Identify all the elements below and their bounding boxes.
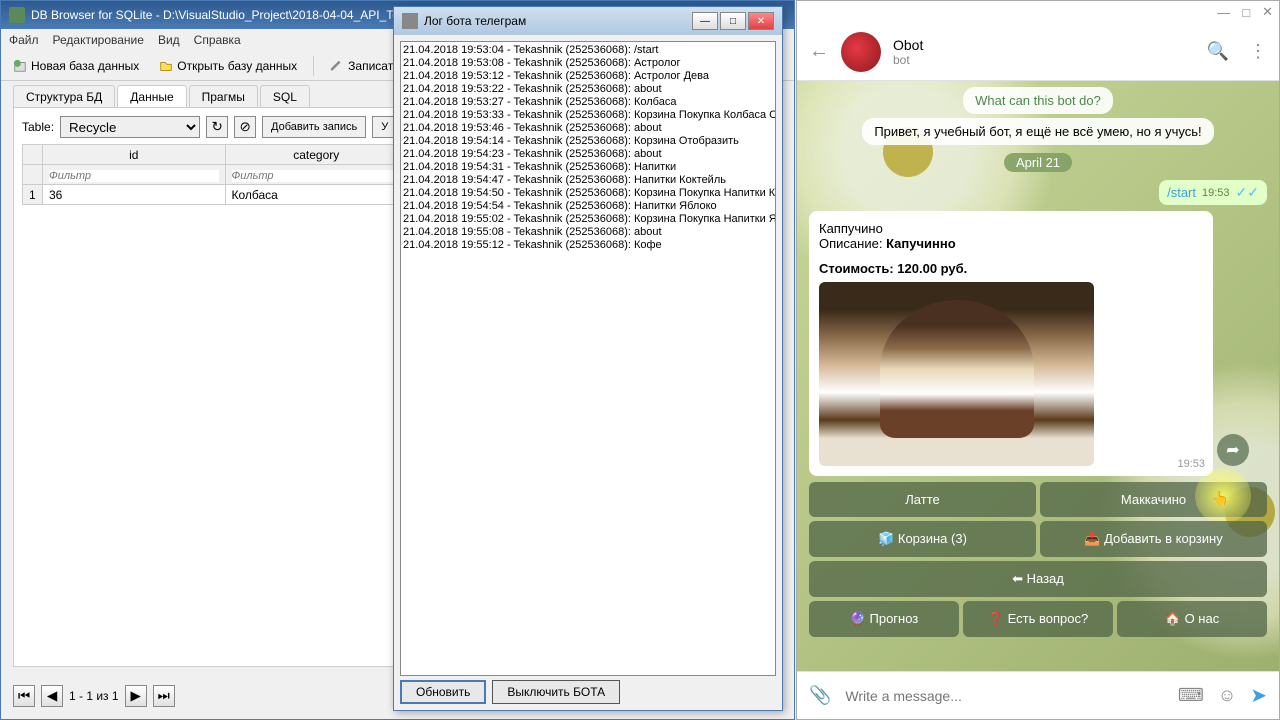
tg-close-button[interactable]: ✕	[1262, 4, 1273, 20]
log-line: 21.04.2018 19:53:46 - Tekashnik (2525360…	[403, 122, 773, 135]
filter-category[interactable]	[232, 170, 402, 182]
kb-question[interactable]: ❓ Есть вопрос?	[963, 601, 1113, 637]
keyboard-icon[interactable]: ⌨	[1178, 685, 1204, 706]
filter-id[interactable]	[49, 170, 219, 182]
tab-data[interactable]: Данные	[117, 85, 186, 107]
product-title: Каппучино	[819, 221, 1203, 236]
menu-edit[interactable]: Редактирование	[53, 33, 144, 47]
bot-name[interactable]: Obot	[893, 37, 923, 53]
tab-structure[interactable]: Структура БД	[13, 85, 115, 107]
log-line: 21.04.2018 19:54:14 - Tekashnik (2525360…	[403, 135, 773, 148]
inline-keyboard: Латте Маккачино 👆 🧊 Корзина (3) 📥 Добави…	[809, 482, 1267, 637]
menu-icon[interactable]: ⋮	[1249, 41, 1267, 62]
log-line: 21.04.2018 19:55:12 - Tekashnik (2525360…	[403, 239, 773, 252]
message-input[interactable]	[845, 688, 1163, 704]
stop-bot-button[interactable]: Выключить БОТА	[492, 680, 620, 704]
product-image	[819, 282, 1094, 466]
add-record-button[interactable]: Добавить запись	[262, 116, 366, 138]
nav-next-button[interactable]: ▶	[125, 685, 147, 707]
log-line: 21.04.2018 19:54:31 - Tekashnik (2525360…	[403, 161, 773, 174]
refresh-log-button[interactable]: Обновить	[400, 680, 486, 704]
log-line: 21.04.2018 19:54:47 - Tekashnik (2525360…	[403, 174, 773, 187]
user-message[interactable]: /start 19:53 ✓✓	[1159, 180, 1267, 205]
log-line: 21.04.2018 19:53:33 - Tekashnik (2525360…	[403, 109, 773, 122]
table-label: Table:	[22, 120, 54, 134]
close-button[interactable]: ✕	[748, 12, 774, 30]
maximize-button[interactable]: □	[720, 12, 746, 30]
log-app-icon	[402, 13, 418, 29]
log-line: 21.04.2018 19:53:04 - Tekashnik (2525360…	[403, 44, 773, 57]
what-bubble: What can this bot do?	[963, 87, 1113, 114]
clear-filter-button[interactable]: ⊘	[234, 116, 256, 138]
bot-avatar[interactable]	[841, 32, 881, 72]
message-input-bar: 📎 ⌨ ☺ ➤	[797, 671, 1279, 719]
db-app-icon	[9, 7, 25, 23]
write-button[interactable]: Записать	[326, 57, 403, 75]
nav-last-button[interactable]: ⏭	[153, 685, 175, 707]
product-card[interactable]: Каппучино Описание: Капучинно Стоимость:…	[809, 211, 1213, 476]
kb-macchiato[interactable]: Маккачино 👆	[1040, 482, 1267, 517]
minimize-button[interactable]: —	[692, 12, 718, 30]
log-line: 21.04.2018 19:54:50 - Tekashnik (2525360…	[403, 187, 773, 200]
read-checks-icon: ✓✓	[1236, 184, 1259, 201]
log-line: 21.04.2018 19:54:23 - Tekashnik (2525360…	[403, 148, 773, 161]
log-line: 21.04.2018 19:53:08 - Tekashnik (2525360…	[403, 57, 773, 70]
col-id[interactable]: id	[43, 145, 226, 165]
kb-back[interactable]: ⬅ Назад	[809, 561, 1267, 597]
log-titlebar[interactable]: Лог бота телеграм — □ ✕	[394, 7, 782, 35]
table-select[interactable]: Recycle	[60, 116, 200, 138]
kb-forecast[interactable]: 🔮 Прогноз	[809, 601, 959, 637]
cursor-icon: 👆	[1212, 490, 1229, 507]
log-line: 21.04.2018 19:53:12 - Tekashnik (2525360…	[403, 70, 773, 83]
col-category[interactable]: category	[225, 145, 408, 165]
intro-bubble: Привет, я учебный бот, я ещё не всё умею…	[862, 118, 1213, 145]
send-icon[interactable]: ➤	[1250, 683, 1267, 708]
log-window: Лог бота телеграм — □ ✕ 21.04.2018 19:53…	[393, 6, 783, 711]
nav-prev-button[interactable]: ◀	[41, 685, 63, 707]
tg-maximize-button[interactable]: □	[1242, 5, 1250, 20]
tab-pragmas[interactable]: Прагмы	[189, 85, 258, 107]
back-icon[interactable]: ←	[809, 40, 829, 63]
nav-info: 1 - 1 из 1	[69, 689, 119, 703]
menu-view[interactable]: Вид	[158, 33, 180, 47]
refresh-button[interactable]: ↻	[206, 116, 228, 138]
open-db-button[interactable]: Открыть базу данных	[155, 57, 301, 75]
nav-first-button[interactable]: ⏮	[13, 685, 35, 707]
telegram-window: — □ ✕ ← Obot bot 🔍 ⋮ What can this bot d…	[796, 0, 1280, 720]
bot-sub: bot	[893, 53, 923, 67]
log-title: Лог бота телеграм	[424, 14, 526, 28]
log-line: 21.04.2018 19:53:22 - Tekashnik (2525360…	[403, 83, 773, 96]
kb-latte[interactable]: Латте	[809, 482, 1036, 517]
new-db-button[interactable]: Новая база данных	[9, 57, 143, 75]
kb-add[interactable]: 📥 Добавить в корзину	[1040, 521, 1267, 557]
db-title: DB Browser for SQLite - D:\VisualStudio_…	[31, 8, 412, 22]
tab-sql[interactable]: SQL	[260, 85, 310, 107]
search-icon[interactable]: 🔍	[1207, 41, 1229, 62]
tg-minimize-button[interactable]: —	[1217, 5, 1230, 20]
attach-icon[interactable]: 📎	[809, 685, 831, 706]
log-content[interactable]: 21.04.2018 19:53:04 - Tekashnik (2525360…	[400, 41, 776, 676]
log-line: 21.04.2018 19:53:27 - Tekashnik (2525360…	[403, 96, 773, 109]
forward-button[interactable]: ➦	[1217, 434, 1249, 466]
log-line: 21.04.2018 19:54:54 - Tekashnik (2525360…	[403, 200, 773, 213]
tg-header: ← Obot bot 🔍 ⋮	[797, 23, 1279, 81]
date-badge: April 21	[1004, 153, 1072, 172]
chat-area[interactable]: What can this bot do? Привет, я учебный …	[797, 81, 1279, 671]
menu-help[interactable]: Справка	[194, 33, 241, 47]
log-line: 21.04.2018 19:55:02 - Tekashnik (2525360…	[403, 213, 773, 226]
tg-window-controls: — □ ✕	[797, 1, 1279, 23]
kb-about[interactable]: 🏠 О нас	[1117, 601, 1267, 637]
log-line: 21.04.2018 19:55:08 - Tekashnik (2525360…	[403, 226, 773, 239]
menu-file[interactable]: Файл	[9, 33, 39, 47]
emoji-icon[interactable]: ☺	[1218, 685, 1236, 706]
kb-cart[interactable]: 🧊 Корзина (3)	[809, 521, 1036, 557]
